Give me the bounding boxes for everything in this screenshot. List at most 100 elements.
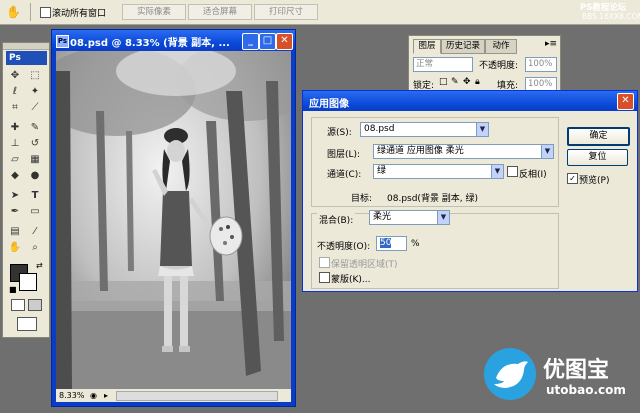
marquee-tool-icon[interactable]: ⬚ <box>28 69 42 82</box>
tab-history[interactable]: 历史记录 <box>441 39 485 54</box>
lock-position-icon[interactable]: ✥ <box>463 77 471 87</box>
source-select[interactable]: 08.psd ▼ <box>360 122 489 137</box>
move-tool-icon[interactable]: ✥ <box>8 69 22 82</box>
actual-pixels-button[interactable]: 实际像素 <box>122 4 186 20</box>
preserve-transparency-checkbox[interactable] <box>319 257 330 268</box>
opacity-input[interactable]: 50 <box>376 236 407 251</box>
grayscale-photo <box>56 51 291 389</box>
layer-value: 绿通道 应用图像 柔光 <box>377 146 464 156</box>
path-selection-tool-icon[interactable]: ➤ <box>8 189 22 202</box>
scroll-all-windows-label: 滚动所有窗口 <box>52 9 107 19</box>
image-canvas[interactable] <box>56 51 291 389</box>
lock-image-icon[interactable]: ✎ <box>451 77 459 87</box>
chevron-down-icon: ▼ <box>437 211 449 224</box>
layers-palette: 图层 历史记录 动作 ▸≡ 正常 不透明度: 100% 锁定: □ ✎ ✥ 🔒︎… <box>408 35 561 97</box>
reset-button[interactable]: 复位 <box>567 149 628 166</box>
layer-label: 图层(L): <box>327 150 361 160</box>
invert-label: 反相(I) <box>519 170 547 180</box>
hand-tool-icon[interactable]: ✋ <box>8 241 22 254</box>
blending-value: 柔光 <box>373 212 392 222</box>
zoom-tool-icon[interactable]: ⌕ <box>28 241 42 254</box>
ok-button[interactable]: 确定 <box>567 127 630 146</box>
standard-mode-icon[interactable] <box>11 299 25 311</box>
brand-url: utobao.com <box>546 383 626 397</box>
status-menu-icon[interactable]: ▸ <box>104 389 108 402</box>
opacity-label: 不透明度: <box>479 61 519 71</box>
blend-mode-select[interactable]: 正常 <box>413 57 473 72</box>
slice-tool-icon[interactable]: ⟋ <box>28 101 42 114</box>
background-color-swatch[interactable] <box>19 273 37 291</box>
zoom-level[interactable]: 8.33% <box>59 389 84 402</box>
dialog-close-icon[interactable]: ✕ <box>617 93 634 110</box>
document-window: Ps 08.psd @ 8.33% (背景 副本, ... _ □ ✕ 8.33… <box>51 29 296 407</box>
opacity-field[interactable]: 100% <box>525 57 557 72</box>
clone-stamp-tool-icon[interactable]: ⊥ <box>8 137 22 150</box>
status-info-icon[interactable]: ◉ <box>90 389 97 402</box>
screen-mode-icon[interactable] <box>17 317 37 331</box>
mask-checkbox[interactable] <box>319 272 330 283</box>
ps-document-icon: Ps <box>56 35 69 48</box>
shape-tool-icon[interactable]: ▭ <box>28 205 42 218</box>
minimize-icon[interactable]: _ <box>242 33 259 50</box>
source-value: 08.psd <box>364 124 395 134</box>
notes-tool-icon[interactable]: ▤ <box>8 225 22 238</box>
ps-logo: Ps <box>6 51 47 65</box>
dialog-titlebar[interactable]: 应用图像 <box>303 91 637 111</box>
channel-select[interactable]: 绿 ▼ <box>373 164 504 179</box>
target-value: 08.psd(背景 副本, 绿) <box>387 194 479 204</box>
blur-tool-icon[interactable]: ◆ <box>8 169 22 182</box>
maximize-icon[interactable]: □ <box>259 33 276 50</box>
default-colors-icon[interactable]: ■ <box>9 285 17 294</box>
tab-actions[interactable]: 动作 <box>485 39 517 54</box>
chevron-down-icon: ▼ <box>476 123 488 136</box>
brush-tool-icon[interactable]: ✎ <box>28 121 42 134</box>
eyedropper-tool-icon[interactable]: ⁄ <box>28 225 42 238</box>
dialog-title: 应用图像 <box>309 99 349 110</box>
lasso-tool-icon[interactable]: ℓ <box>8 85 22 98</box>
layer-select[interactable]: 绿通道 应用图像 柔光 ▼ <box>373 144 554 159</box>
history-brush-tool-icon[interactable]: ↺ <box>28 137 42 150</box>
chevron-down-icon: ▼ <box>541 145 553 158</box>
dodge-tool-icon[interactable]: ● <box>28 169 42 182</box>
close-icon[interactable]: ✕ <box>276 33 293 50</box>
eraser-tool-icon[interactable]: ▱ <box>8 153 22 166</box>
print-size-button[interactable]: 打印尺寸 <box>254 4 318 20</box>
horizontal-scrollbar[interactable] <box>116 391 278 401</box>
bird-icon <box>494 361 528 388</box>
magic-wand-tool-icon[interactable]: ✦ <box>28 85 42 98</box>
quick-mask-mode-icon[interactable] <box>28 299 42 311</box>
opacity-label: 不透明度(O): <box>317 242 371 252</box>
fit-screen-button[interactable]: 适合屏幕 <box>188 4 252 20</box>
swap-colors-icon[interactable]: ⇄ <box>36 261 43 270</box>
document-status-bar: 8.33% ◉ ▸ <box>56 389 291 402</box>
blend-mode-value: 正常 <box>416 59 434 69</box>
document-titlebar[interactable]: Ps 08.psd @ 8.33% (背景 副本, ... _ □ ✕ <box>52 30 295 51</box>
options-bar: ✋ 滚动所有窗口 实际像素 适合屏幕 打印尺寸 PS教程论坛 BBS.16XX8… <box>0 0 640 25</box>
preview-checkbox[interactable]: ✓ <box>567 173 578 184</box>
tools-palette: Ps ✥ ⬚ ℓ ✦ ⌗ ⟋ ✚ ✎ ⊥ ↺ ▱ ▦ ◆ ● ➤ T ✒ ▭ ▤… <box>2 42 50 338</box>
hand-tool-icon[interactable]: ✋ <box>6 4 22 20</box>
lock-transparent-icon[interactable]: □ <box>439 77 448 87</box>
source-label: 源(S): <box>327 128 352 138</box>
channel-label: 通道(C): <box>327 170 362 180</box>
document-title: 08.psd @ 8.33% (背景 副本, ... <box>70 38 230 49</box>
panel-menu-icon[interactable]: ▸≡ <box>545 39 557 49</box>
type-tool-icon[interactable]: T <box>28 189 42 202</box>
pen-tool-icon[interactable]: ✒ <box>8 205 22 218</box>
bird-logo-icon <box>484 348 536 400</box>
target-label: 目标: <box>351 194 373 204</box>
separator <box>30 3 31 21</box>
healing-brush-tool-icon[interactable]: ✚ <box>8 121 22 134</box>
gradient-tool-icon[interactable]: ▦ <box>28 153 42 166</box>
preview-label: 预览(P) <box>579 176 610 186</box>
scroll-all-windows-checkbox[interactable] <box>40 7 51 18</box>
invert-checkbox[interactable] <box>507 166 518 177</box>
brand-name: 优图宝 <box>543 358 610 383</box>
opacity-unit: % <box>411 239 420 249</box>
tab-layers[interactable]: 图层 <box>413 39 441 54</box>
opacity-value: 50 <box>380 238 392 248</box>
blending-select[interactable]: 柔光 ▼ <box>369 210 450 225</box>
lock-all-icon[interactable]: 🔒︎ <box>475 77 480 87</box>
palette-grip[interactable] <box>3 43 49 50</box>
crop-tool-icon[interactable]: ⌗ <box>8 101 22 114</box>
